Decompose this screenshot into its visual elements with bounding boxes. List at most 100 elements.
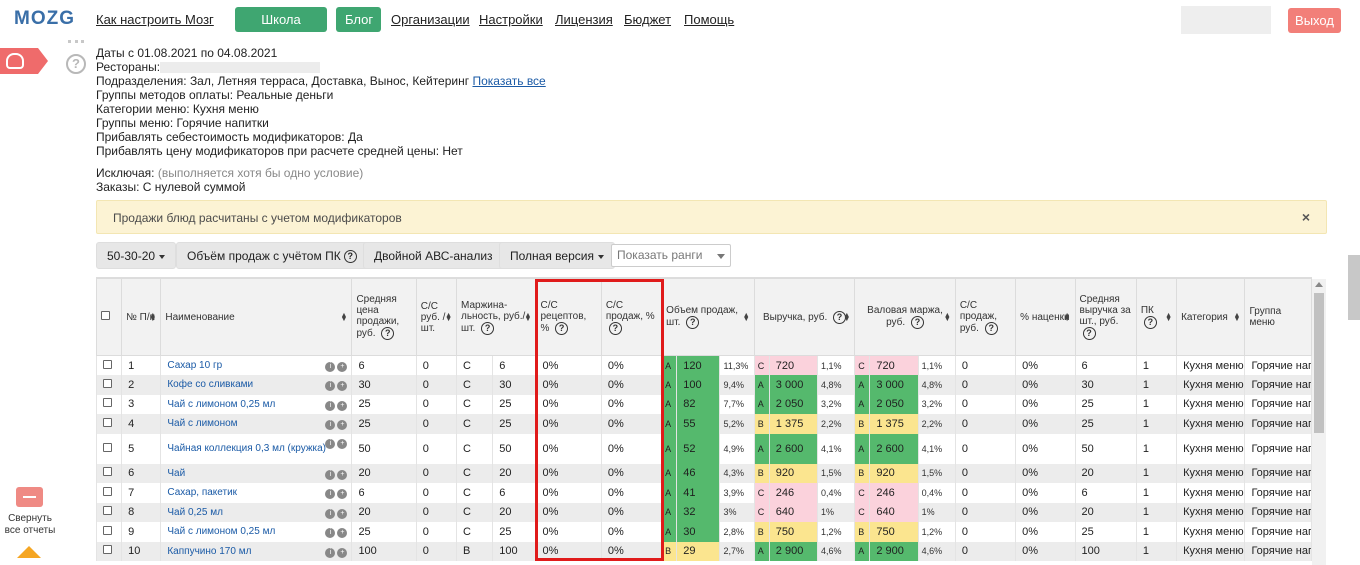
dish-name-link[interactable]: Сахар 10 гр (167, 360, 222, 371)
info-icon[interactable]: i (325, 438, 336, 449)
table-row[interactable]: 1 Сахар 10 гр i +6 0 C 6 0% 0% A 120 11,3% C 720 1,1% C… (96, 355, 1312, 375)
school-button[interactable]: Школа Мозга (235, 7, 327, 52)
col-volume-header[interactable]: Объем продаж, шт. ? ▲ ▼ (661, 278, 755, 356)
dish-name-link[interactable]: Чайная коллекция 0,3 мл (кружка) (167, 443, 326, 454)
nav-help[interactable]: Помощь (684, 8, 734, 32)
col-revenue-header[interactable]: Выручка, руб. ? ▲ ▼ (753, 278, 856, 356)
dish-name-link[interactable]: Чай (167, 468, 185, 479)
cell-dish-name[interactable]: Кофе со сливками i + (160, 375, 353, 395)
scroll-top-arrow-icon[interactable] (17, 546, 41, 558)
row-checkbox-cell[interactable] (96, 375, 123, 395)
sort-icon[interactable]: ▲ ▼ (1234, 312, 1241, 323)
blog-button[interactable]: Блог (336, 7, 381, 32)
col-cost-sales-rub-header[interactable]: С/С продаж, руб. ? (954, 278, 1017, 356)
full-version-dropdown-button[interactable]: Полная версия (499, 242, 615, 269)
nav-budget[interactable]: Бюджет (624, 8, 671, 32)
hierarchy-icon[interactable]: + (337, 547, 348, 558)
row-checkbox-cell[interactable] (96, 355, 123, 375)
help-icon[interactable]: ? (481, 321, 495, 335)
volume-pk-button[interactable]: Объём продаж с учётом ПК? (176, 242, 368, 269)
hierarchy-icon[interactable]: + (337, 528, 348, 538)
col-pk-header[interactable]: ПК ? ▲ ▼ (1135, 278, 1178, 356)
table-scrollbar-thumb[interactable] (1314, 293, 1324, 433)
dish-name-link[interactable]: Чай с лимоном (167, 418, 237, 429)
help-question-icon[interactable]: ? (66, 54, 86, 74)
page-scrollbar-thumb[interactable] (1348, 255, 1360, 320)
row-checkbox-cell[interactable] (96, 541, 123, 561)
nav-license[interactable]: Лицензия (555, 8, 613, 32)
row-checkbox-cell[interactable] (96, 483, 123, 503)
double-abc-button[interactable]: Двойной АВС-анализ (363, 242, 504, 269)
mozg-logo[interactable]: MOZG (14, 8, 75, 30)
dish-name-link[interactable]: Чай с лимоном 0,25 мл (167, 399, 275, 410)
dish-name-link[interactable]: Чай 0,25 мл (167, 507, 223, 518)
info-icon[interactable]: i (325, 420, 336, 430)
row-checkbox-cell[interactable] (96, 414, 123, 434)
cell-dish-name[interactable]: Каппучино 170 мл i + (160, 541, 353, 561)
help-icon[interactable]: ? (381, 327, 395, 340)
nav-settings[interactable]: Настройки (479, 8, 543, 32)
row-checkbox[interactable] (103, 359, 112, 369)
cell-dish-name[interactable]: Чай с лимоном 0,25 мл i + (160, 522, 353, 542)
info-icon[interactable]: i (325, 528, 336, 538)
hierarchy-icon[interactable]: + (337, 381, 348, 391)
help-icon[interactable]: ? (343, 250, 357, 264)
row-checkbox[interactable] (103, 442, 112, 452)
help-icon[interactable]: ? (984, 321, 998, 335)
info-icon[interactable]: i (325, 469, 336, 480)
sort-icon[interactable]: ▲ ▼ (843, 312, 850, 323)
table-row[interactable]: 10 Каппучино 170 мл i +100 0 B 100 0% 0% B 29 2,7% A… (96, 541, 1312, 561)
table-row[interactable]: 7 Сахар, пакетик i +6 0 C 6 0% 0% A 41 3,9% C 246 0,4%… (96, 483, 1312, 503)
table-row[interactable]: 6 Чай i +20 0 C 20 0% 0% A 46 4,3% B 920 1,5% B 920 1,5% 0… (96, 463, 1312, 483)
cell-dish-name[interactable]: Сахар, пакетик i + (160, 483, 353, 503)
logout-button[interactable]: Выход (1288, 8, 1341, 33)
scroll-up-arrow-icon[interactable] (1315, 282, 1323, 287)
col-cost-unit-header[interactable]: С/С руб. /шт. ▲ ▼ (415, 278, 458, 356)
collapse-reports-label[interactable]: Свернуть все отчеты (2, 513, 58, 537)
col-markup-header[interactable]: % наценки ▲ ▼ (1015, 278, 1076, 356)
select-all-header[interactable] (96, 278, 123, 356)
nav-how-to-setup[interactable]: Как настроить Мозг (96, 8, 214, 32)
cell-dish-name[interactable]: Чай с лимоном 0,25 мл i + (160, 394, 353, 414)
row-checkbox[interactable] (103, 398, 112, 408)
row-checkbox-cell[interactable] (96, 522, 123, 542)
help-icon[interactable]: ? (1143, 316, 1157, 329)
cell-dish-name[interactable]: Сахар 10 гр i + (160, 355, 353, 375)
row-checkbox[interactable] (103, 467, 112, 477)
hierarchy-icon[interactable]: + (337, 489, 348, 499)
hierarchy-icon[interactable]: + (337, 420, 348, 430)
show-all-link[interactable]: Показать все (472, 74, 545, 88)
hierarchy-icon[interactable]: + (337, 438, 348, 449)
col-category-header[interactable]: Категория ▲ ▼ (1176, 278, 1246, 356)
hierarchy-icon[interactable]: + (337, 362, 348, 372)
ratio-dropdown-button[interactable]: 50-30-20 (96, 242, 177, 269)
sort-icon[interactable]: ▲ ▼ (525, 312, 532, 323)
row-checkbox-cell[interactable] (96, 433, 123, 464)
sort-icon[interactable]: ▲ ▼ (149, 312, 156, 323)
row-checkbox[interactable] (103, 545, 112, 555)
show-ranks-select[interactable]: Показать ранги (611, 244, 731, 267)
col-name-header[interactable]: Наименование ▲ ▼ (160, 278, 353, 356)
collapse-reports-icon[interactable] (16, 487, 43, 507)
col-avg-price-header[interactable]: Средняя цена продажи, руб. ? (351, 278, 417, 356)
row-checkbox[interactable] (103, 525, 112, 535)
info-icon[interactable]: i (325, 489, 336, 499)
table-row[interactable]: 3 Чай с лимоном 0,25 мл i +25 0 C 25 0% 0% A 82 7,7… (96, 394, 1312, 414)
hierarchy-icon[interactable]: + (337, 508, 348, 519)
col-num-header[interactable]: № П/п ▲ ▼ (121, 278, 162, 356)
sort-icon[interactable]: ▲ ▼ (445, 312, 452, 323)
nav-organizations[interactable]: Организации (391, 8, 470, 32)
row-checkbox-cell[interactable] (96, 502, 123, 522)
feedback-ribbon[interactable] (0, 48, 48, 74)
help-icon[interactable]: ? (1082, 327, 1096, 340)
info-icon[interactable]: i (325, 508, 336, 519)
sort-icon[interactable]: ▲ ▼ (743, 312, 750, 323)
row-checkbox-cell[interactable] (96, 463, 123, 483)
dish-name-link[interactable]: Сахар, пакетик (167, 487, 237, 498)
alert-close-button[interactable]: × (1302, 209, 1310, 225)
sort-icon[interactable]: ▲ ▼ (1064, 312, 1071, 323)
dish-name-link[interactable]: Кофе со сливками (167, 379, 253, 390)
help-icon[interactable]: ? (686, 316, 700, 329)
table-row[interactable]: 8 Чай 0,25 мл i +20 0 C 20 0% 0% A 32 3% C 640 1% C 640 1… (96, 502, 1312, 522)
cell-dish-name[interactable]: Чай i + (160, 463, 353, 483)
